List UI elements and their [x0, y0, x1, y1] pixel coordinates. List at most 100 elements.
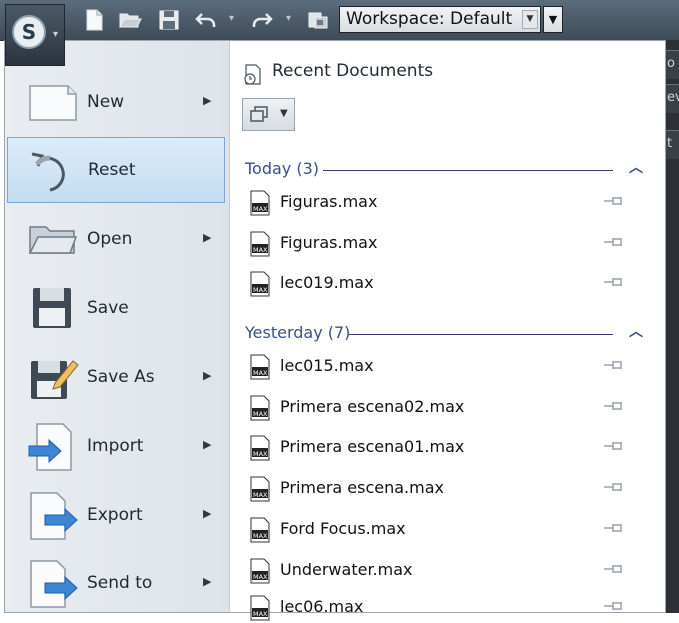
menu-item-label: Import: [87, 436, 144, 456]
app-logo-letter: S: [21, 20, 37, 44]
file-name: Ford Focus.max: [280, 519, 406, 538]
pin-icon[interactable]: [603, 235, 625, 249]
file-name: Figuras.max: [280, 192, 378, 211]
send-to-icon: [30, 560, 78, 608]
display-options-button[interactable]: ▼: [242, 98, 295, 131]
file-name: Primera escena02.max: [280, 397, 465, 416]
app-menu-caret-icon: ▾: [53, 29, 59, 40]
icons-view-icon: [250, 106, 268, 122]
save-icon[interactable]: [157, 8, 181, 32]
recent-file-item[interactable]: MAX Ford Focus.max: [249, 515, 629, 545]
undo-dropdown-icon[interactable]: ▾: [229, 13, 234, 24]
open-folder-icon: [28, 226, 78, 254]
pin-icon[interactable]: [603, 562, 625, 576]
application-button[interactable]: S ▾: [5, 4, 65, 66]
recent-file-item[interactable]: MAX lec015.max: [249, 352, 629, 382]
pin-icon[interactable]: [603, 194, 625, 208]
open-folder-icon[interactable]: [118, 8, 142, 32]
file-name: Primera escena01.max: [280, 437, 465, 456]
recent-file-item[interactable]: MAX Primera escena.max: [249, 474, 629, 504]
svg-text:MAX: MAX: [253, 286, 268, 294]
max-file-icon: MAX: [250, 231, 270, 257]
ribbon-strip: ev: [666, 84, 679, 113]
pin-icon[interactable]: [603, 358, 625, 372]
file-name: lec015.max: [280, 356, 374, 375]
group-header-today[interactable]: Today (3) ︿: [245, 159, 643, 181]
menu-item-reset[interactable]: Reset: [7, 137, 225, 203]
application-menu: New ▶ Reset Open ▶ Save Save As ▶ Import…: [4, 40, 666, 621]
file-name: Primera escena.max: [280, 478, 444, 497]
ribbon-strip: o: [666, 50, 679, 79]
svg-text:MAX: MAX: [253, 205, 268, 213]
max-file-icon: MAX: [250, 395, 270, 421]
ribbon-tab-fragment: ev: [667, 90, 679, 105]
save-icon: [33, 288, 71, 328]
menu-command-list: New ▶ Reset Open ▶ Save Save As ▶ Import…: [5, 41, 230, 612]
project-folder-icon[interactable]: [306, 8, 330, 32]
redo-dropdown-icon[interactable]: ▾: [286, 13, 291, 24]
chevron-down-icon: ▼: [280, 108, 288, 119]
pin-icon[interactable]: [603, 521, 625, 535]
collapse-chevron-icon[interactable]: ︿: [629, 321, 643, 341]
file-name: Underwater.max: [280, 560, 413, 579]
quick-access-toolbar: ▾ ▾ Workspace: Default ▼ ▼: [0, 0, 679, 41]
undo-icon[interactable]: [194, 8, 218, 32]
recent-documents-icon: [244, 64, 261, 85]
file-name: Figuras.max: [280, 233, 378, 252]
recent-file-item[interactable]: MAX lec019.max: [249, 269, 629, 299]
new-file-icon[interactable]: [82, 8, 106, 32]
svg-text:MAX: MAX: [253, 491, 268, 499]
export-icon: [30, 492, 78, 540]
ribbon-tab-fragment: o: [667, 56, 675, 71]
submenu-arrow-icon: ▶: [203, 369, 212, 382]
workspace-label: Workspace: Default: [346, 9, 513, 29]
pin-icon[interactable]: [603, 439, 625, 453]
recent-file-item[interactable]: MAX lec06.max: [249, 593, 629, 623]
pin-icon[interactable]: [603, 480, 625, 494]
max-file-icon: MAX: [250, 595, 270, 621]
menu-item-import[interactable]: Import ▶: [7, 414, 225, 480]
menu-item-label: Send to: [87, 573, 153, 593]
import-icon: [28, 423, 72, 471]
collapse-chevron-icon[interactable]: ︿: [629, 157, 643, 177]
recent-file-item[interactable]: MAX Primera escena01.max: [249, 433, 629, 463]
menu-item-save-as[interactable]: Save As ▶: [7, 345, 225, 411]
file-name: lec06.max: [280, 597, 364, 616]
svg-text:MAX: MAX: [253, 410, 268, 418]
menu-item-save[interactable]: Save: [7, 276, 225, 342]
save-as-icon: [31, 360, 79, 399]
recent-file-item[interactable]: MAX Figuras.max: [249, 229, 629, 259]
recent-documents-title: Recent Documents: [272, 61, 434, 81]
pin-icon[interactable]: [603, 599, 625, 613]
chevron-down-icon[interactable]: ▼: [522, 10, 538, 29]
menu-item-label: Open: [87, 229, 133, 249]
submenu-arrow-icon: ▶: [203, 438, 212, 451]
max-file-icon: MAX: [250, 354, 270, 380]
group-label: Today (3): [245, 159, 320, 178]
group-header-yesterday[interactable]: Yesterday (7) ︿: [245, 323, 643, 345]
menu-item-send-to[interactable]: Send to ▶: [7, 551, 225, 617]
reset-icon: [31, 152, 65, 192]
group-divider: [349, 334, 613, 335]
svg-text:MAX: MAX: [253, 532, 268, 540]
ribbon-tab-fragment: t: [667, 136, 673, 151]
menu-item-label: Export: [87, 505, 143, 525]
menu-item-export[interactable]: Export ▶: [7, 483, 225, 549]
pin-icon[interactable]: [603, 275, 625, 289]
recent-file-item[interactable]: MAX Underwater.max: [249, 556, 629, 586]
customize-toolbar-button[interactable]: ▼: [543, 6, 563, 33]
max-file-icon: MAX: [250, 558, 270, 584]
menu-item-new[interactable]: New ▶: [7, 70, 225, 136]
submenu-arrow-icon: ▶: [203, 575, 212, 588]
redo-icon[interactable]: [250, 8, 274, 32]
workspace-dropdown[interactable]: Workspace: Default ▼: [339, 6, 541, 33]
max-file-icon: MAX: [250, 190, 270, 216]
menu-item-label: New: [87, 92, 125, 112]
submenu-arrow-icon: ▶: [203, 507, 212, 520]
pin-icon[interactable]: [603, 399, 625, 413]
max-file-icon: MAX: [250, 435, 270, 461]
recent-file-item[interactable]: MAX Figuras.max: [249, 188, 629, 218]
new-document-icon: [29, 85, 77, 121]
recent-file-item[interactable]: MAX Primera escena02.max: [249, 393, 629, 423]
menu-item-open[interactable]: Open ▶: [7, 207, 225, 273]
